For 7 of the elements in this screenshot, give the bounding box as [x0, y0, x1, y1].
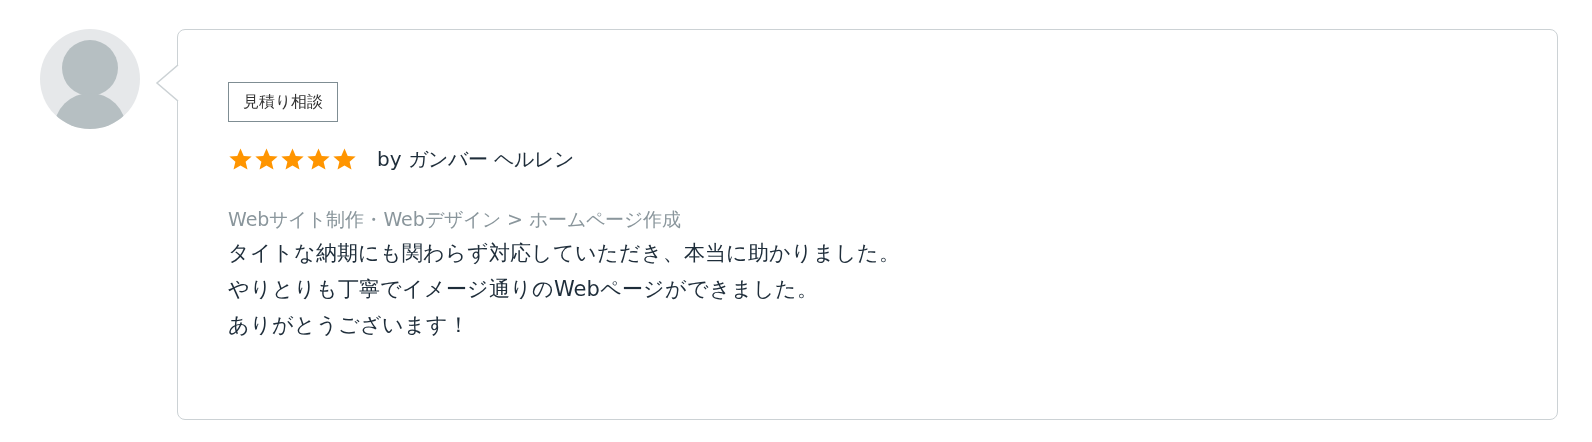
reviewer-name: by ガンバー ヘルレン — [377, 146, 575, 173]
category-tag: 見積り相談 — [228, 82, 338, 122]
review-text-line: やりとりも丁寧でイメージ通りのWebページができました。 — [228, 276, 818, 303]
review-text-line: タイトな納期にも関わらず対応していただき、本当に助かりました。 — [228, 240, 900, 267]
avatar-icon — [40, 29, 140, 129]
service-category: Webサイト制作・Webデザイン > ホームページ作成 — [228, 207, 681, 232]
review-text-line: ありがとうございます！ — [228, 312, 469, 339]
